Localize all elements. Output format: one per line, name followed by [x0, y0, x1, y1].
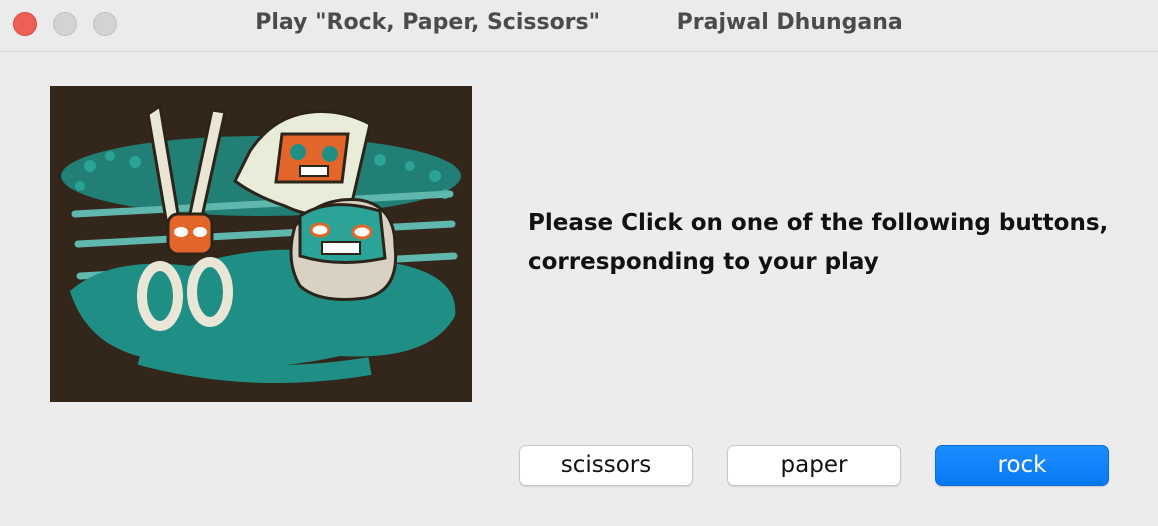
rock-button[interactable]: rock: [935, 445, 1109, 486]
instructions-line-2: corresponding to your play: [528, 249, 879, 275]
scissors-button[interactable]: scissors: [519, 445, 693, 486]
title-bar: Play "Rock, Paper, Scissors" Prajwal Dhu…: [0, 0, 1158, 52]
game-window: Play "Rock, Paper, Scissors" Prajwal Dhu…: [0, 0, 1158, 526]
instructions-text: Please Click on one of the following but…: [528, 204, 1138, 282]
wrestlers-artwork: [50, 86, 472, 402]
rock-wrestler: [289, 198, 398, 301]
window-title: Play "Rock, Paper, Scissors" Prajwal Dhu…: [255, 10, 903, 35]
paper-button[interactable]: paper: [727, 445, 901, 486]
instructions-line-1: Please Click on one of the following but…: [528, 210, 1109, 236]
rock-paper-scissors-illustration: [50, 86, 472, 402]
